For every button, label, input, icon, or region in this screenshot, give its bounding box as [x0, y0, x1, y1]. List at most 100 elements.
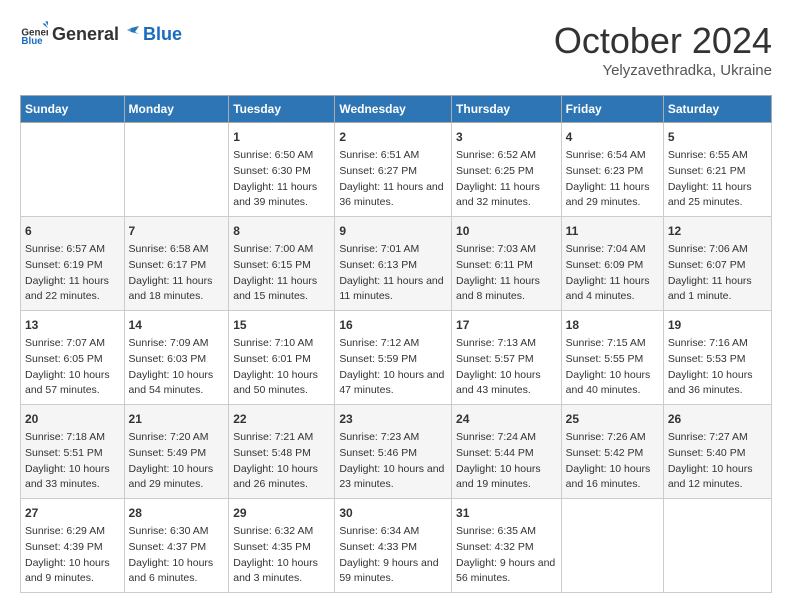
- cell-text: Daylight: 10 hours and 9 minutes.: [25, 556, 120, 588]
- day-number: 15: [233, 316, 330, 334]
- cell-text: Sunrise: 7:21 AM: [233, 430, 330, 446]
- day-of-week-header: Thursday: [452, 96, 562, 123]
- calendar-cell: 24Sunrise: 7:24 AMSunset: 5:44 PMDayligh…: [452, 405, 562, 499]
- cell-text: Daylight: 10 hours and 26 minutes.: [233, 462, 330, 494]
- page-header: General Blue General Blue October 2024 Y…: [20, 20, 772, 79]
- calendar-cell: 1Sunrise: 6:50 AMSunset: 6:30 PMDaylight…: [229, 123, 335, 217]
- calendar-cell: 23Sunrise: 7:23 AMSunset: 5:46 PMDayligh…: [335, 405, 452, 499]
- calendar-cell: 14 Sunrise: 7:09 AMSunset: 6:03 PMDayligh…: [124, 311, 229, 405]
- cell-text: Sunset: 5:55 PM: [566, 352, 659, 368]
- cell-text: Daylight: 11 hours and 1 minute.: [668, 274, 767, 306]
- cell-text: Daylight: 11 hours and 29 minutes.: [566, 180, 659, 212]
- cell-text: Sunrise: 7:06 AM: [668, 242, 767, 258]
- calendar-cell: 3Sunrise: 6:52 AMSunset: 6:25 PMDaylight…: [452, 123, 562, 217]
- cell-text: Daylight: 10 hours and 54 minutes.: [129, 368, 225, 400]
- cell-text: Daylight: 10 hours and 57 minutes.: [25, 368, 120, 400]
- day-of-week-header: Tuesday: [229, 96, 335, 123]
- cell-text: Sunrise: 7:03 AM: [456, 242, 557, 258]
- day-number: 14: [129, 316, 225, 334]
- cell-text: Sunrise: 6:58 AM: [129, 242, 225, 258]
- cell-text: Sunrise: 7:00 AM: [233, 242, 330, 258]
- day-number: 30: [339, 504, 447, 522]
- cell-text: Daylight: 9 hours and 56 minutes.: [456, 556, 557, 588]
- cell-text: Daylight: 10 hours and 47 minutes.: [339, 368, 447, 400]
- cell-text: Sunrise: 6:32 AM: [233, 524, 330, 540]
- cell-text: Daylight: 10 hours and 33 minutes.: [25, 462, 120, 494]
- day-number: 9: [339, 222, 447, 240]
- cell-text: Daylight: 10 hours and 40 minutes.: [566, 368, 659, 400]
- cell-text: Sunset: 4:35 PM: [233, 540, 330, 556]
- cell-text: Sunrise: 7:16 AM: [668, 336, 767, 352]
- calendar-cell: 17Sunrise: 7:13 AMSunset: 5:57 PMDayligh…: [452, 311, 562, 405]
- calendar-cell: [561, 499, 663, 593]
- cell-text: Sunrise: 6:52 AM: [456, 148, 557, 164]
- day-number: 23: [339, 410, 447, 428]
- calendar-week-row: 13Sunrise: 7:07 AMSunset: 6:05 PMDayligh…: [21, 311, 772, 405]
- cell-text: Sunset: 6:03 PM: [129, 352, 225, 368]
- month-title: October 2024: [554, 20, 772, 62]
- cell-text: Sunset: 6:27 PM: [339, 164, 447, 180]
- day-number: 19: [668, 316, 767, 334]
- calendar-table: SundayMondayTuesdayWednesdayThursdayFrid…: [20, 95, 772, 593]
- calendar-cell: 20Sunrise: 7:18 AMSunset: 5:51 PMDayligh…: [21, 405, 125, 499]
- cell-text: Sunset: 6:23 PM: [566, 164, 659, 180]
- calendar-cell: 27Sunrise: 6:29 AMSunset: 4:39 PMDayligh…: [21, 499, 125, 593]
- cell-text: Sunrise: 7:27 AM: [668, 430, 767, 446]
- cell-text: Daylight: 11 hours and 22 minutes.: [25, 274, 120, 306]
- cell-text: Daylight: 10 hours and 36 minutes.: [668, 368, 767, 400]
- day-of-week-header: Friday: [561, 96, 663, 123]
- calendar-cell: 2Sunrise: 6:51 AMSunset: 6:27 PMDaylight…: [335, 123, 452, 217]
- calendar-cell: 30Sunrise: 6:34 AMSunset: 4:33 PMDayligh…: [335, 499, 452, 593]
- cell-text: Sunset: 4:32 PM: [456, 540, 557, 556]
- cell-text: Daylight: 11 hours and 8 minutes.: [456, 274, 557, 306]
- calendar-cell: 6Sunrise: 6:57 AMSunset: 6:19 PMDaylight…: [21, 217, 125, 311]
- cell-text: Sunset: 6:15 PM: [233, 258, 330, 274]
- cell-text: Sunrise: 7:26 AM: [566, 430, 659, 446]
- cell-text: Daylight: 10 hours and 3 minutes.: [233, 556, 330, 588]
- cell-text: Sunset: 5:49 PM: [129, 446, 225, 462]
- day-of-week-header: Sunday: [21, 96, 125, 123]
- calendar-cell: 31Sunrise: 6:35 AMSunset: 4:32 PMDayligh…: [452, 499, 562, 593]
- cell-text: Sunset: 5:59 PM: [339, 352, 447, 368]
- day-number: 2: [339, 128, 447, 146]
- cell-text: Daylight: 10 hours and 12 minutes.: [668, 462, 767, 494]
- logo-bird-icon: [121, 24, 141, 44]
- logo-icon: General Blue: [20, 20, 48, 48]
- calendar-cell: 10Sunrise: 7:03 AMSunset: 6:11 PMDayligh…: [452, 217, 562, 311]
- day-number: 7: [129, 222, 225, 240]
- cell-text: Daylight: 10 hours and 19 minutes.: [456, 462, 557, 494]
- day-number: 24: [456, 410, 557, 428]
- calendar-cell: [21, 123, 125, 217]
- cell-text: Sunset: 5:44 PM: [456, 446, 557, 462]
- cell-text: Daylight: 10 hours and 23 minutes.: [339, 462, 447, 494]
- cell-text: Daylight: 11 hours and 25 minutes.: [668, 180, 767, 212]
- cell-text: Sunrise: 7:09 AM: [129, 336, 225, 352]
- cell-text: Sunset: 6:01 PM: [233, 352, 330, 368]
- cell-text: Sunset: 6:17 PM: [129, 258, 225, 274]
- calendar-cell: 16Sunrise: 7:12 AMSunset: 5:59 PMDayligh…: [335, 311, 452, 405]
- cell-text: Sunrise: 7:10 AM: [233, 336, 330, 352]
- logo-blue-text: Blue: [143, 24, 182, 45]
- day-number: 20: [25, 410, 120, 428]
- calendar-cell: 7Sunrise: 6:58 AMSunset: 6:17 PMDaylight…: [124, 217, 229, 311]
- day-number: 29: [233, 504, 330, 522]
- cell-text: Sunset: 4:39 PM: [25, 540, 120, 556]
- calendar-cell: 12Sunrise: 7:06 AMSunset: 6:07 PMDayligh…: [663, 217, 771, 311]
- day-number: 1: [233, 128, 330, 146]
- cell-text: Sunset: 6:30 PM: [233, 164, 330, 180]
- calendar-cell: 21Sunrise: 7:20 AMSunset: 5:49 PMDayligh…: [124, 405, 229, 499]
- cell-text: Daylight: 11 hours and 11 minutes.: [339, 274, 447, 306]
- cell-text: Sunrise: 7:23 AM: [339, 430, 447, 446]
- cell-text: Daylight: 11 hours and 36 minutes.: [339, 180, 447, 212]
- cell-text: Sunset: 6:21 PM: [668, 164, 767, 180]
- day-number: 11: [566, 222, 659, 240]
- day-number: 12: [668, 222, 767, 240]
- day-of-week-header: Monday: [124, 96, 229, 123]
- day-number: 6: [25, 222, 120, 240]
- calendar-cell: 19Sunrise: 7:16 AMSunset: 5:53 PMDayligh…: [663, 311, 771, 405]
- svg-text:Blue: Blue: [21, 36, 43, 47]
- cell-text: Sunrise: 6:50 AM: [233, 148, 330, 164]
- logo-general-text: General: [52, 24, 119, 45]
- cell-text: Daylight: 10 hours and 6 minutes.: [129, 556, 225, 588]
- calendar-week-row: 20Sunrise: 7:18 AMSunset: 5:51 PMDayligh…: [21, 405, 772, 499]
